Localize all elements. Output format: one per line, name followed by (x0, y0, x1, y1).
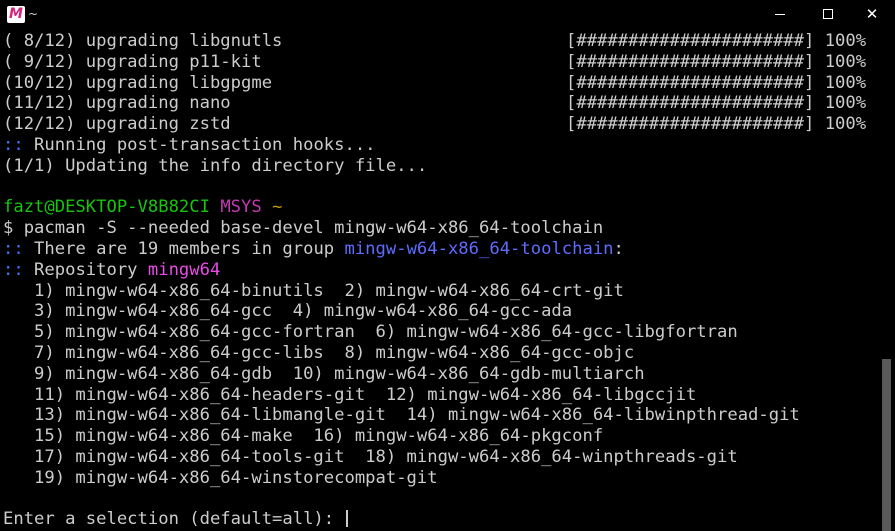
maximize-icon (823, 9, 833, 19)
selection-prompt: Enter a selection (default=all): (3, 509, 345, 530)
package-line: 17) mingw-w64-x86_64-tools-git 18) mingw… (3, 446, 738, 467)
package-line: 7) mingw-w64-x86_64-gcc-libs 8) mingw-w6… (3, 342, 635, 363)
upgrade-text: ( 8/12) upgrading libgnutls (3, 31, 283, 51)
package-line: 19) mingw-w64-x86_64-winstorecompat-git (3, 467, 438, 488)
window-title: ~ (28, 7, 39, 21)
terminal-output[interactable]: ( 8/12) upgrading libgnutls [############… (3, 31, 878, 531)
close-button[interactable]: ✕ (849, 0, 895, 30)
members-text: There are 19 members in group (23, 238, 345, 259)
progress-bar-text: [######################] 100% (566, 93, 867, 114)
hooks-text: Running post-transaction hooks... (23, 134, 376, 155)
package-line: 11) mingw-w64-x86_64-headers-git 12) min… (3, 384, 697, 405)
scrollbar-thumb[interactable] (882, 359, 891, 531)
members-line: :: There are 19 members in group mingw-w… (3, 239, 878, 260)
vertical-scrollbar[interactable] (878, 31, 895, 531)
msys2-app-icon[interactable]: M (7, 6, 25, 23)
repository-name: mingw64 (147, 259, 221, 280)
upgrade-text: (12/12) upgrading zstd (3, 114, 231, 135)
upgrade-line: ( 9/12) upgrading p11-kit [##############… (3, 52, 878, 73)
members-marker: :: (3, 238, 24, 259)
upgrade-line: (11/12) upgrading nano [#################… (3, 93, 878, 114)
hooks-marker: :: (3, 134, 24, 155)
command-line: $ pacman -S --needed base-devel mingw-w6… (3, 218, 604, 239)
progress-bar-text: [######################] 100% (566, 31, 867, 51)
maximize-button[interactable] (805, 0, 851, 30)
upgrade-line: ( 8/12) upgrading libgnutls [############… (3, 31, 878, 52)
package-line: 5) mingw-w64-x86_64-gcc-fortran 6) mingw… (3, 322, 738, 343)
prompt-user: fazt@DESKTOP-V8B82CI (3, 197, 210, 218)
group-name: mingw-w64-x86_64-toolchain (344, 238, 614, 259)
title-bar[interactable]: M ~ ✕ (0, 0, 895, 30)
minimize-icon (775, 14, 785, 15)
package-line: 9) mingw-w64-x86_64-gdb 10) mingw-w64-x8… (3, 363, 645, 384)
selection-line[interactable]: Enter a selection (default=all): (3, 509, 878, 530)
members-suffix: : (613, 238, 624, 259)
minimize-button[interactable] (757, 0, 803, 30)
package-line: 13) mingw-w64-x86_64-libmangle-git 14) m… (3, 405, 800, 426)
prompt-dir: ~ (272, 197, 283, 218)
package-line: 15) mingw-w64-x86_64-make 16) mingw-w64-… (3, 426, 604, 447)
package-line: 1) mingw-w64-x86_64-binutils 2) mingw-w6… (3, 280, 624, 301)
progress-bar-text: [######################] 100% (566, 114, 867, 135)
repository-line: :: Repository mingw64 (3, 260, 878, 281)
text-cursor[interactable] (346, 510, 349, 528)
upgrade-line: (12/12) upgrading zstd [#################… (3, 114, 878, 135)
repository-marker: :: (3, 259, 24, 280)
hooks-line: :: Running post-transaction hooks... (3, 135, 878, 156)
progress-bar-text: [######################] 100% (566, 72, 867, 93)
progress-bar-text: [######################] 100% (566, 51, 867, 72)
upgrade-text: (10/12) upgrading libgpgme (3, 72, 273, 93)
prompt-line: fazt@DESKTOP-V8B82CI MSYS ~ (3, 197, 878, 218)
upgrade-text: ( 9/12) upgrading p11-kit (3, 51, 262, 72)
upgrade-text: (11/12) upgrading nano (3, 93, 231, 114)
repository-label: Repository (23, 259, 148, 280)
close-icon: ✕ (865, 5, 879, 23)
upgrade-line: (10/12) upgrading libgpgme [#############… (3, 73, 878, 94)
updating-line: (1/1) Updating the info directory file..… (3, 155, 428, 176)
package-line: 3) mingw-w64-x86_64-gcc 4) mingw-w64-x86… (3, 301, 573, 322)
prompt-env: MSYS (220, 197, 262, 218)
